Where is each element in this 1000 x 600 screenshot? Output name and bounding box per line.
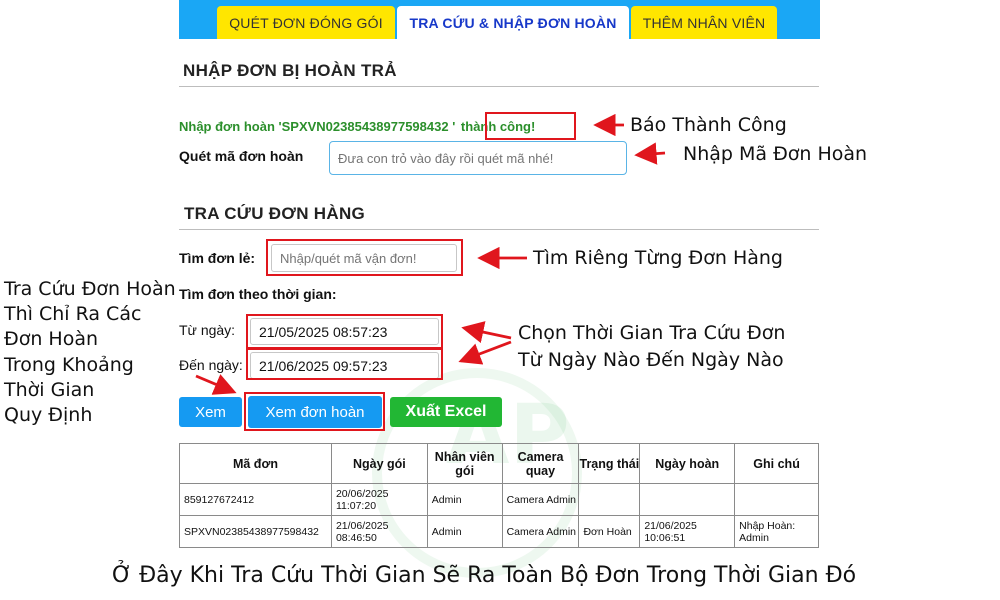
cell-ghi-chu	[734, 483, 819, 516]
to-date-highlight-box	[246, 348, 443, 380]
from-date-label: Từ ngày:	[179, 322, 236, 338]
divider	[179, 86, 819, 87]
left-note-line: Thì Chỉ Ra Các	[4, 303, 142, 326]
col-ma-don: Mã đơn	[179, 443, 332, 484]
success-prefix: Nhập đơn hoàn 'SPXVN02385438977598432 '	[179, 119, 456, 134]
annotation-scan: Nhập Mã Đơn Hoàn	[683, 143, 868, 165]
table-header-row: Mã đơn Ngày gói Nhân viên gói Camera qua…	[179, 443, 819, 484]
cell-camera-quay: Camera Admin	[501, 515, 580, 548]
tab-bar: QUÉT ĐƠN ĐÓNG GÓI TRA CỨU & NHẬP ĐƠN HOÀ…	[179, 0, 820, 39]
return-section-title: NHẬP ĐƠN BỊ HOÀN TRẢ	[183, 61, 397, 80]
cell-trang-thai: Đơn Hoàn	[578, 515, 641, 548]
lookup-section-title: TRA CỨU ĐƠN HÀNG	[184, 204, 366, 223]
left-note-line: Đơn Hoàn	[4, 328, 99, 351]
col-ngay-hoan: Ngày hoàn	[639, 443, 736, 484]
from-date-highlight-box	[246, 314, 443, 349]
tab-tra-cuu-nhap-don-hoan[interactable]: TRA CỨU & NHẬP ĐƠN HOÀN	[397, 6, 629, 39]
col-camera-quay: Camera quay	[501, 443, 580, 484]
left-note-line: Trong Khoảng	[4, 353, 134, 376]
annotation-left-note: Tra Cứu Đơn Hoàn Thì Chỉ Ra Các Đơn Hoàn…	[4, 277, 176, 428]
left-note-line: Thời Gian	[4, 378, 95, 401]
annotation-success: Báo Thành Công	[630, 114, 787, 136]
to-date-label: Đến ngày:	[179, 357, 243, 373]
arrow-left-note	[195, 374, 237, 395]
tab-quet-don-dong-goi[interactable]: QUÉT ĐƠN ĐÓNG GÓI	[217, 6, 395, 39]
left-note-line: Quy Định	[4, 404, 93, 427]
orders-table: Mã đơn Ngày gói Nhân viên gói Camera qua…	[179, 443, 819, 548]
annotation-single: Tìm Riêng Từng Đơn Hàng	[533, 247, 783, 269]
cell-ngay-hoan	[639, 483, 736, 516]
cell-trang-thai	[578, 483, 641, 516]
col-ghi-chu: Ghi chú	[734, 443, 819, 484]
annotation-bottom: Ở Đây Khi Tra Cứu Thời Gian Sẽ Ra Toàn B…	[112, 563, 857, 588]
cell-nhan-vien-goi: Admin	[426, 483, 503, 516]
view-button[interactable]: Xem	[179, 397, 242, 427]
annotation-time-2: Từ Ngày Nào Đến Ngày Nào	[518, 349, 784, 371]
single-search-label: Tìm đơn lẻ:	[179, 250, 256, 266]
success-message: Nhập đơn hoàn 'SPXVN02385438977598432 ' …	[179, 119, 535, 134]
arrow-to-date	[458, 340, 512, 365]
col-nhan-vien-goi: Nhân viên gói	[426, 443, 503, 484]
table-row: SPXVN02385438977598432 21/06/2025 08:46:…	[179, 515, 819, 548]
table-row: 859127672412 20/06/2025 11:07:20 Admin C…	[179, 483, 819, 516]
cell-nhan-vien-goi: Admin	[426, 515, 503, 548]
scan-return-input[interactable]	[329, 141, 627, 175]
cell-ngay-goi: 21/06/2025 08:46:50	[330, 515, 428, 548]
time-search-label: Tìm đơn theo thời gian:	[179, 286, 337, 302]
tab-them-nhan-vien[interactable]: THÊM NHÂN VIÊN	[631, 6, 777, 39]
success-highlight-box	[485, 112, 576, 140]
arrow-from-date	[461, 321, 512, 344]
col-trang-thai: Trạng thái	[578, 443, 641, 484]
annotation-time-1: Chọn Thời Gian Tra Cứu Đơn	[518, 322, 786, 344]
scan-label: Quét mã đơn hoàn	[179, 148, 304, 164]
arrow-scan	[634, 142, 666, 165]
cell-ma-don: 859127672412	[179, 483, 332, 516]
cell-ma-don: SPXVN02385438977598432	[179, 515, 332, 548]
left-note-line: Tra Cứu Đơn Hoàn	[4, 278, 176, 300]
cell-ghi-chu: Nhập Hoàn: Admin	[734, 515, 819, 548]
cell-ngay-goi: 20/06/2025 11:07:20	[330, 483, 428, 516]
cell-camera-quay: Camera Admin	[501, 483, 580, 516]
export-excel-button[interactable]: Xuất Excel	[390, 397, 502, 427]
divider	[179, 229, 819, 230]
view-returns-highlight-box	[244, 392, 385, 431]
single-search-highlight-box	[266, 239, 463, 276]
col-ngay-goi: Ngày gói	[330, 443, 428, 484]
cell-ngay-hoan: 21/06/2025 10:06:51	[639, 515, 736, 548]
